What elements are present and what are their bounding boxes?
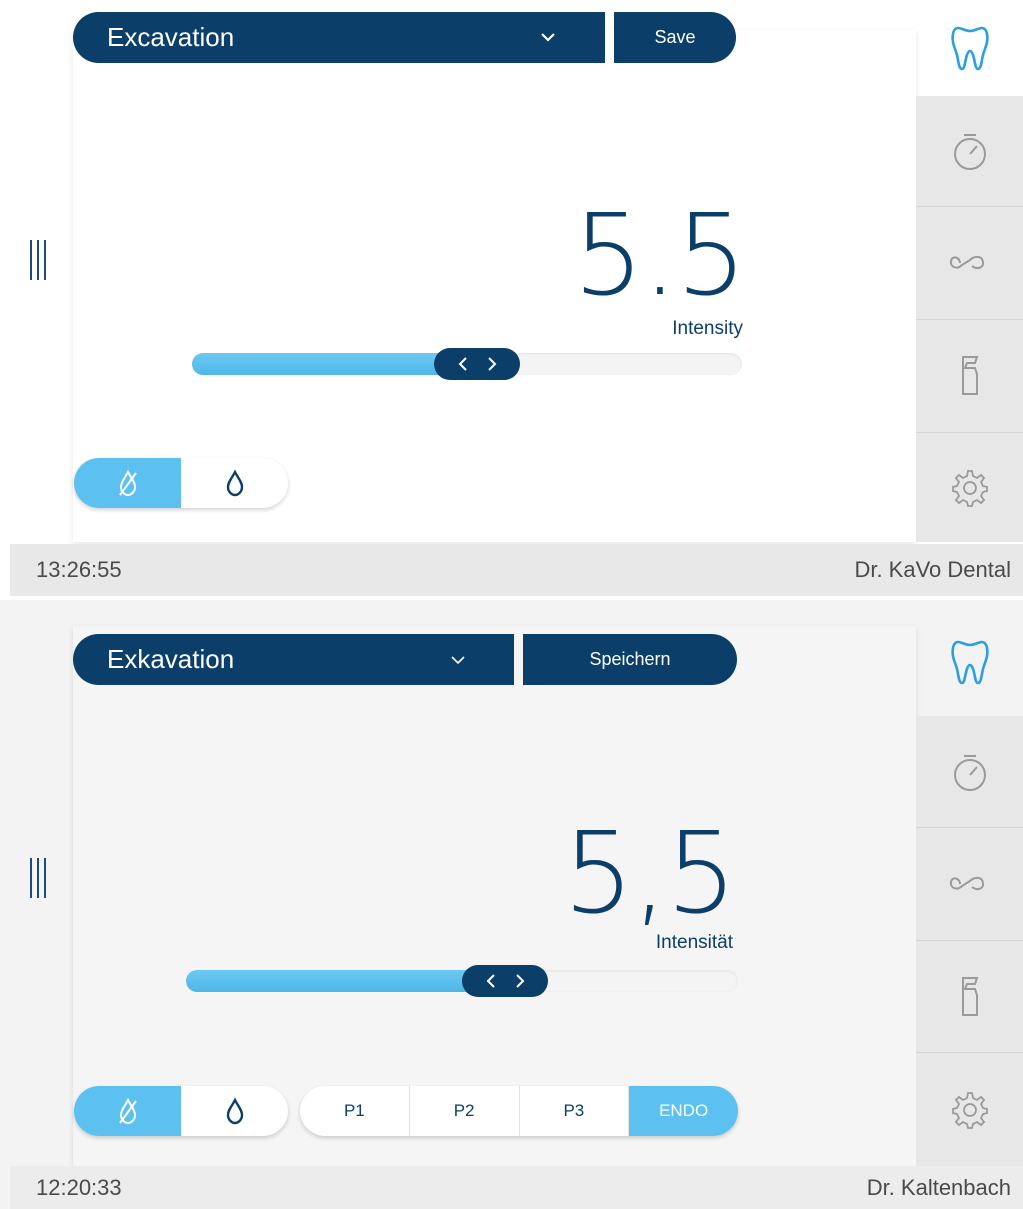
tool-tab-loop[interactable] — [916, 828, 1023, 941]
user-name: Dr. Kaltenbach — [866, 1174, 1011, 1200]
header-bar: Exkavation Speichern — [73, 634, 737, 685]
water-toggle[interactable] — [74, 1086, 288, 1136]
program-selector: P1 P2 P3 ENDO — [300, 1086, 738, 1136]
program-endo-button[interactable]: ENDO — [629, 1086, 738, 1136]
chevron-down-icon — [541, 33, 555, 42]
chevron-left-icon — [486, 974, 495, 988]
slider-thumb[interactable] — [434, 348, 520, 380]
stopwatch-icon — [953, 134, 986, 170]
clock: 13:26:55 — [36, 557, 122, 582]
infinity-icon — [949, 876, 984, 891]
screen-german: Exkavation Speichern 5,5 Intensität P1 P… — [0, 600, 1023, 1209]
tool-tab-tooth[interactable] — [916, 0, 1023, 96]
drag-handle[interactable] — [30, 240, 52, 280]
program-p3-button[interactable]: P3 — [520, 1086, 630, 1136]
intensity-slider[interactable] — [192, 348, 742, 380]
tool-tab-clean[interactable] — [916, 320, 1023, 433]
tooth-icon — [950, 26, 989, 71]
infinity-icon — [949, 255, 984, 270]
water-off-icon — [118, 1097, 137, 1125]
clock: 12:20:33 — [36, 1174, 122, 1200]
gear-icon — [951, 469, 988, 507]
chevron-right-icon — [487, 357, 496, 371]
tool-tab-settings[interactable] — [916, 1053, 1023, 1166]
program-p2-button[interactable]: P2 — [410, 1086, 520, 1136]
status-bar: 12:20:33 Dr. Kaltenbach — [10, 1166, 1023, 1209]
spray-off-button[interactable] — [74, 1086, 181, 1136]
program-p1-button[interactable]: P1 — [300, 1086, 410, 1136]
intensity-value: 5,5 — [562, 809, 737, 939]
spray-bottle-icon — [961, 976, 978, 1016]
chevron-down-icon — [451, 656, 465, 665]
tool-tab-tooth[interactable] — [916, 608, 1023, 716]
spray-on-button[interactable] — [181, 1086, 288, 1136]
chevron-right-icon — [515, 974, 524, 988]
header-bar: Excavation Save — [73, 12, 736, 63]
gear-icon — [951, 1091, 988, 1129]
tool-tab-loop[interactable] — [916, 207, 1023, 320]
user-name: Dr. KaVo Dental — [854, 557, 1011, 582]
main-panel — [73, 626, 916, 1166]
water-toggle[interactable] — [74, 458, 288, 508]
tool-tab-clean[interactable] — [916, 941, 1023, 1053]
intensity-label: Intensity — [672, 318, 743, 339]
screen-english: Excavation Save 5.5 Intensity 13:26:55 D… — [0, 0, 1023, 596]
spray-bottle-icon — [961, 356, 978, 395]
spray-on-button[interactable] — [181, 458, 288, 508]
mode-label: Exkavation — [107, 644, 235, 674]
intensity-value: 5.5 — [572, 191, 747, 321]
mode-dropdown[interactable]: Exkavation — [73, 634, 514, 685]
drag-handle[interactable] — [30, 858, 52, 898]
tool-tab-timer[interactable] — [916, 716, 1023, 828]
save-button[interactable]: Speichern — [523, 634, 737, 685]
water-off-icon — [118, 469, 137, 497]
mode-label: Excavation — [107, 22, 235, 52]
water-drop-icon — [226, 469, 243, 497]
status-bar: 13:26:55 Dr. KaVo Dental — [10, 544, 1023, 596]
tool-tab-settings[interactable] — [916, 433, 1023, 542]
mode-dropdown[interactable]: Excavation — [73, 12, 605, 63]
tool-tab-timer[interactable] — [916, 96, 1023, 207]
tooth-icon — [950, 640, 989, 685]
chevron-left-icon — [458, 357, 467, 371]
spray-off-button[interactable] — [74, 458, 181, 508]
save-button[interactable]: Save — [614, 12, 736, 63]
intensity-label: Intensität — [655, 932, 733, 953]
tool-sidebar — [916, 96, 1023, 542]
slider-fill — [186, 970, 505, 992]
water-drop-icon — [226, 1097, 243, 1125]
tool-sidebar — [916, 716, 1023, 1166]
stopwatch-icon — [953, 754, 986, 791]
intensity-slider[interactable] — [186, 965, 738, 997]
slider-thumb[interactable] — [462, 965, 548, 997]
